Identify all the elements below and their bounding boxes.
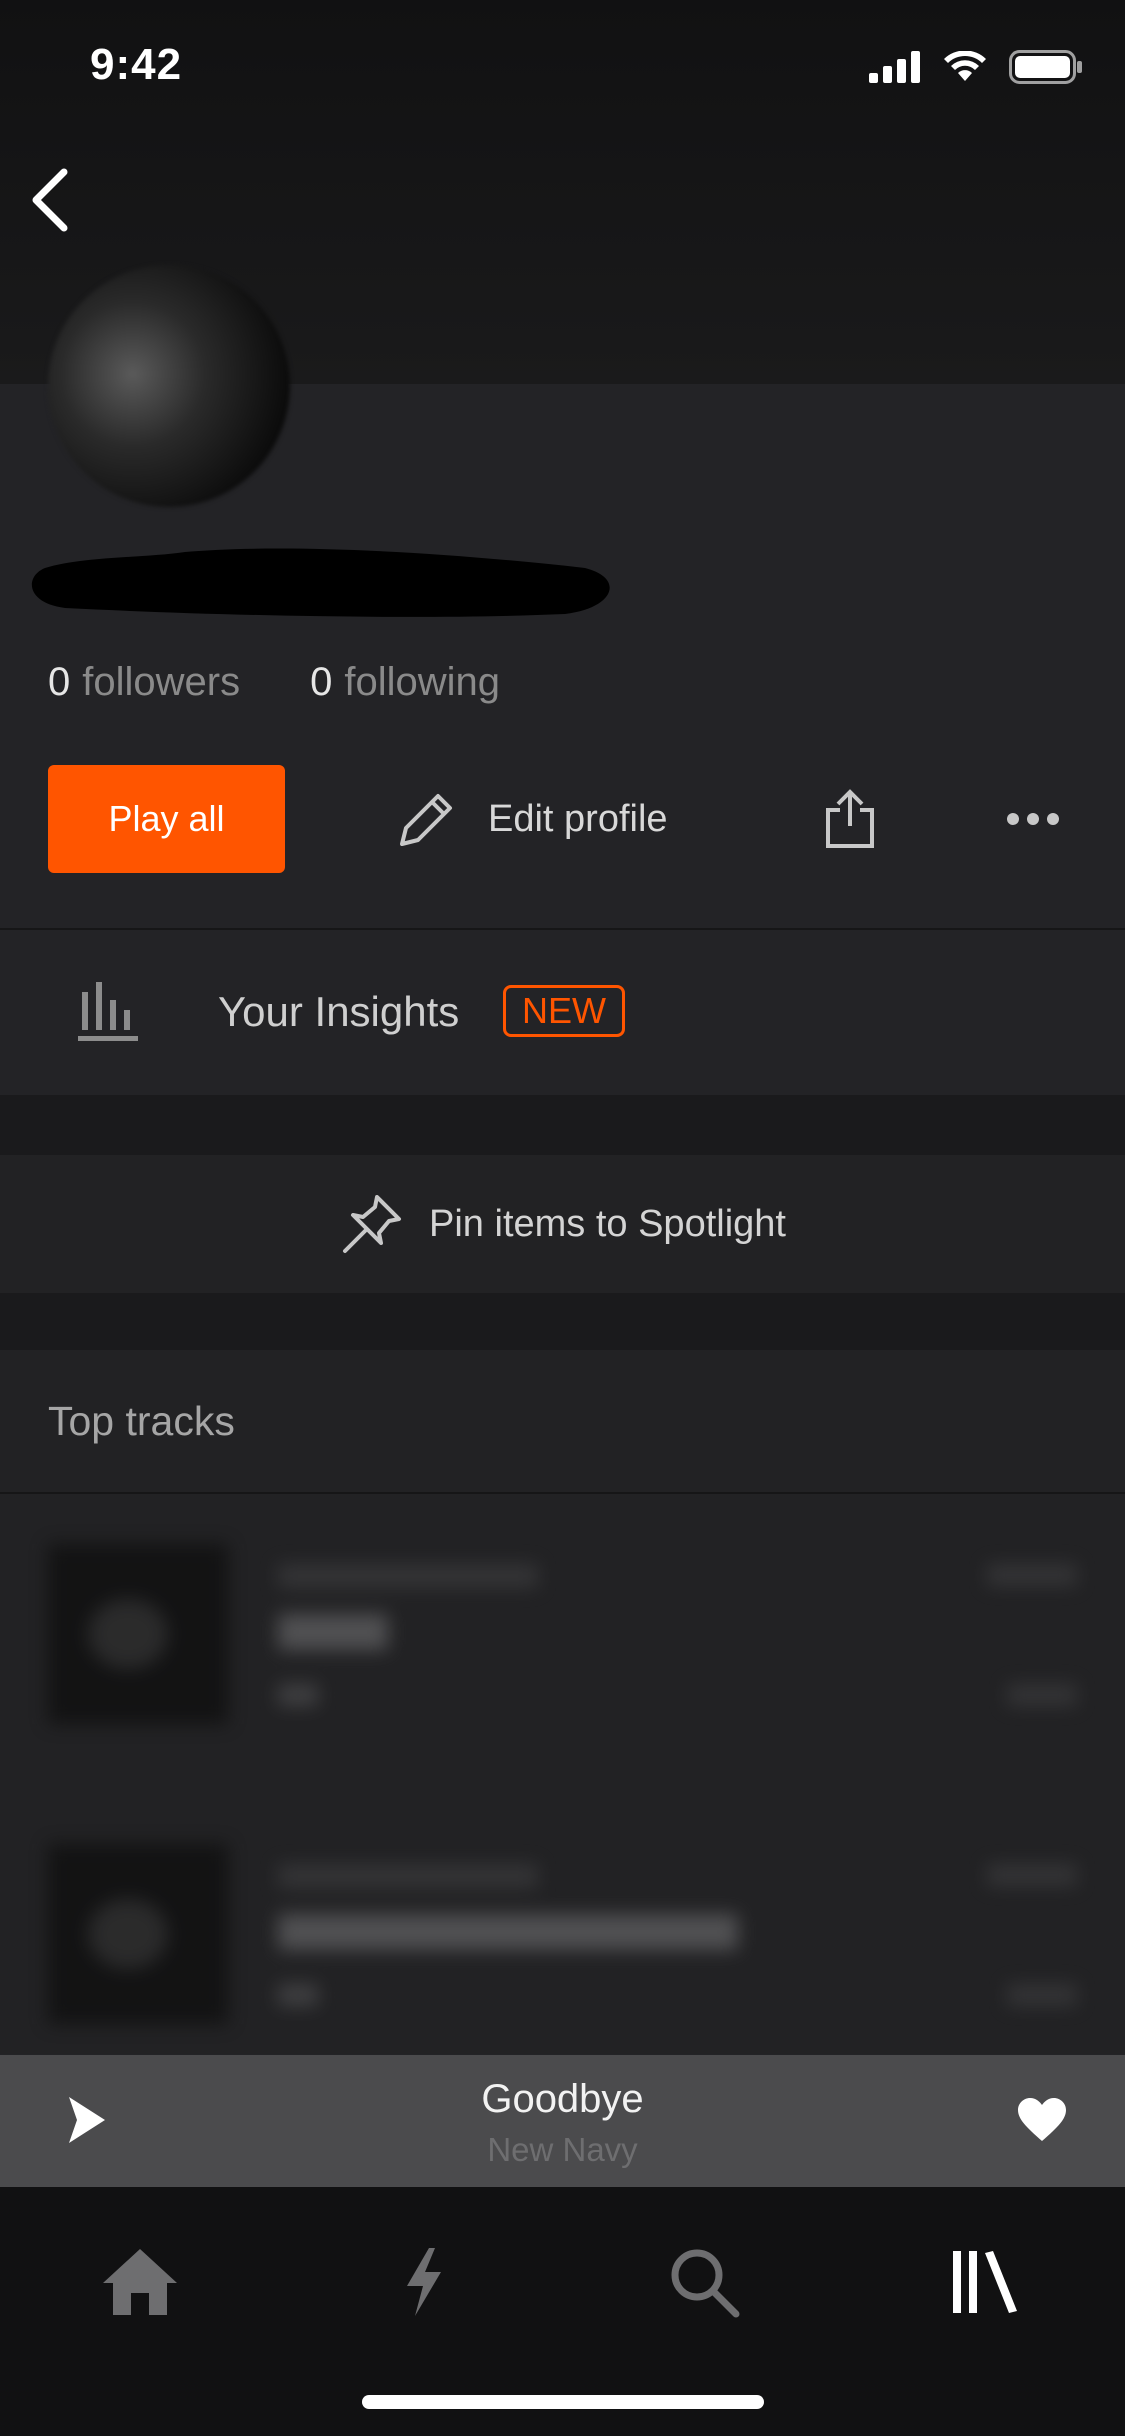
track-artwork bbox=[48, 1844, 228, 2024]
play-all-button[interactable]: Play all bbox=[48, 765, 285, 873]
pin-icon bbox=[343, 1195, 402, 1253]
bar-chart-icon bbox=[78, 982, 138, 1041]
status-icons bbox=[869, 50, 1083, 84]
mini-player-title: Goodbye bbox=[481, 2077, 644, 2121]
following-label: following bbox=[344, 660, 500, 704]
followers-count: 0 bbox=[48, 660, 71, 704]
battery-icon bbox=[1009, 50, 1082, 84]
tab-stream[interactable] bbox=[363, 2227, 483, 2337]
edit-profile-button[interactable]: Edit profile bbox=[396, 765, 668, 873]
section-separator bbox=[0, 1293, 1125, 1350]
status-bar: 9:42 bbox=[0, 0, 1125, 132]
avatar[interactable] bbox=[48, 265, 290, 507]
more-options-button[interactable] bbox=[993, 765, 1073, 873]
mini-player-artist: New Navy bbox=[487, 2131, 638, 2168]
tab-home[interactable] bbox=[80, 2227, 200, 2337]
tab-library[interactable] bbox=[925, 2227, 1045, 2337]
followers-label: followers bbox=[82, 660, 241, 704]
pin-to-spotlight-label: Pin items to Spotlight bbox=[429, 1202, 786, 1245]
edit-profile-label: Edit profile bbox=[488, 797, 668, 840]
track-row-blurred[interactable] bbox=[0, 1534, 1125, 1734]
status-time: 9:42 bbox=[90, 40, 183, 89]
following-stat[interactable]: 0 following bbox=[310, 660, 500, 705]
pin-to-spotlight-button[interactable]: Pin items to Spotlight bbox=[0, 1155, 1125, 1293]
chevron-left-icon bbox=[32, 168, 68, 232]
insights-row[interactable]: Your Insights NEW bbox=[0, 930, 1125, 1095]
stream-icon bbox=[407, 2248, 441, 2316]
library-icon bbox=[953, 2251, 1017, 2313]
profile-stats: 0 followers 0 following bbox=[48, 660, 500, 705]
wifi-icon bbox=[944, 51, 986, 81]
top-tracks-header: Top tracks bbox=[0, 1350, 1125, 1492]
new-badge: NEW bbox=[503, 985, 625, 1037]
more-icon bbox=[1007, 813, 1059, 825]
track-row-blurred[interactable] bbox=[0, 1834, 1125, 2034]
insights-label: Your Insights bbox=[218, 988, 460, 1035]
profile-name-redacted bbox=[31, 548, 610, 617]
following-count: 0 bbox=[310, 660, 333, 704]
heart-icon bbox=[1018, 2098, 1066, 2141]
home-indicator bbox=[362, 2395, 764, 2409]
top-tracks-title: Top tracks bbox=[48, 1398, 235, 1444]
top-tracks-list bbox=[0, 1494, 1125, 2054]
mini-player[interactable]: Goodbye New Navy bbox=[0, 2055, 1125, 2187]
share-button[interactable] bbox=[810, 765, 890, 873]
home-icon bbox=[103, 2249, 177, 2315]
pencil-icon bbox=[400, 794, 452, 846]
profile-actions: Play all Edit profile bbox=[48, 765, 1088, 873]
signal-icon bbox=[869, 51, 920, 83]
tab-search[interactable] bbox=[644, 2227, 764, 2337]
back-button[interactable] bbox=[20, 165, 80, 235]
search-icon bbox=[671, 2249, 740, 2318]
share-icon bbox=[826, 789, 874, 848]
like-button[interactable] bbox=[1007, 2085, 1077, 2155]
section-separator bbox=[0, 1095, 1125, 1155]
track-artwork bbox=[48, 1544, 228, 1724]
followers-stat[interactable]: 0 followers bbox=[48, 660, 240, 705]
